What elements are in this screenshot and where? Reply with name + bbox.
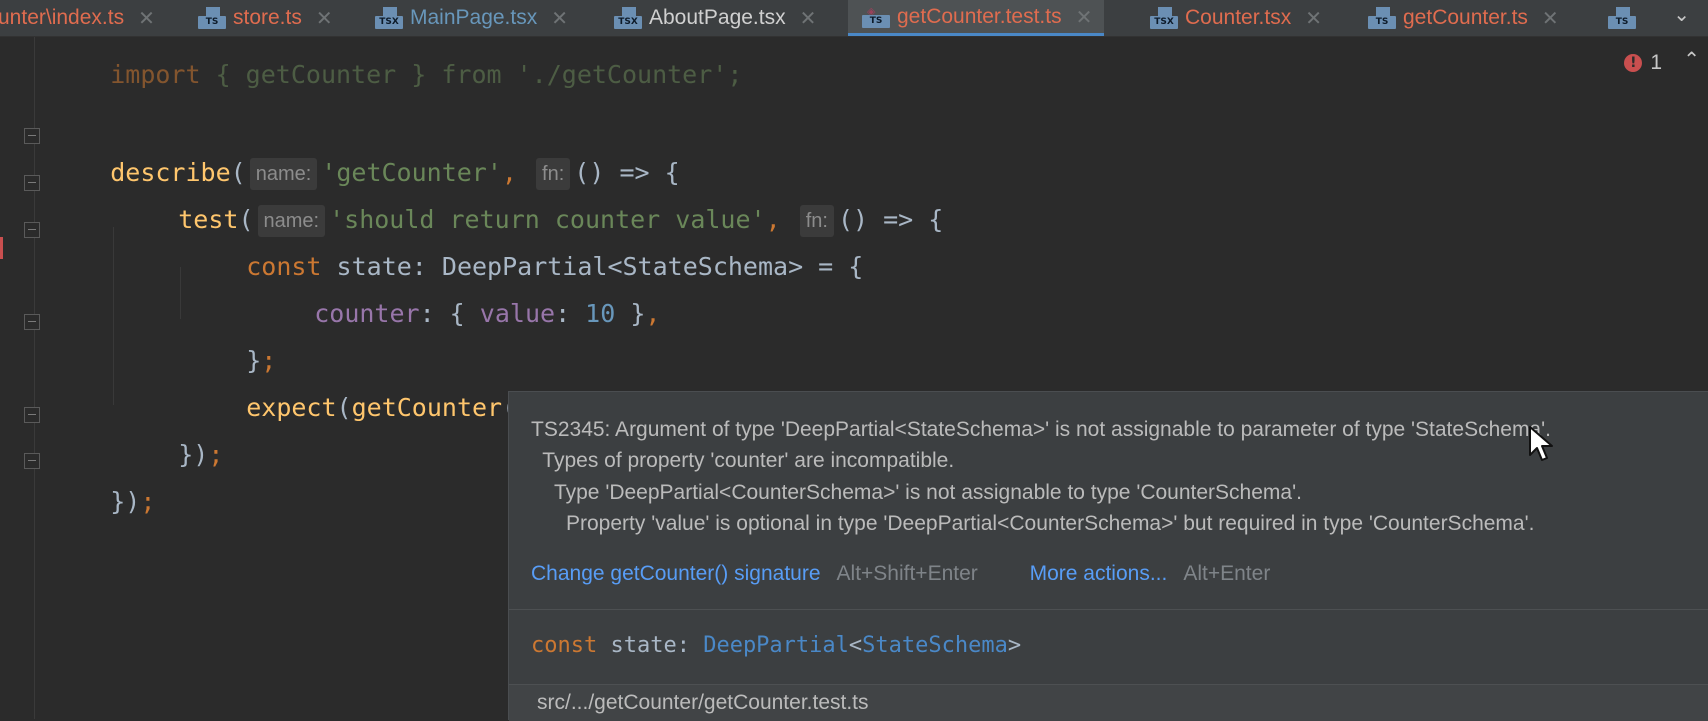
tab-label: Counter.tsx	[1185, 6, 1292, 29]
more-actions-link[interactable]: More actions...	[1030, 562, 1168, 585]
close-icon[interactable]: ✕	[1542, 6, 1559, 30]
chevron-up-icon[interactable]: ⌃	[1683, 47, 1700, 71]
tsx-file-icon: TSX	[1150, 7, 1178, 29]
code-line-import: import { getCounter } from './getCounter…	[110, 60, 743, 89]
code-line-counter: counter: { value: 10 },	[314, 299, 661, 328]
error-message-line-2: Types of property 'counter' are incompat…	[531, 449, 955, 472]
indent-guide	[180, 267, 181, 319]
code-line-expect: expect(getCounter(state));	[186, 348, 637, 422]
fold-marker[interactable]	[24, 222, 40, 238]
declaration-signature: const state: DeepPartial<StateSchema>	[531, 633, 1022, 658]
tab-counter-tsx[interactable]: TSX Counter.tsx ✕	[1150, 0, 1322, 36]
ts-file-icon: TS	[1608, 7, 1636, 29]
file-path[interactable]: src/.../getCounter/getCounter.test.ts	[537, 691, 869, 715]
popup-footer: src/.../getCounter/getCounter.test.ts	[509, 684, 1708, 721]
shortcut-hint: Alt+Enter	[1183, 562, 1271, 585]
fold-marker[interactable]	[24, 453, 40, 469]
error-message-line-3: Type 'DeepPartial<CounterSchema>' is not…	[531, 481, 1302, 504]
error-message-line-4: Property 'value' is optional in type 'De…	[531, 512, 1535, 535]
shortcut-hint: Alt+Shift+Enter	[836, 562, 978, 585]
tab-getcounter-test-ts[interactable]: ◈ TS getCounter.test.ts ✕	[848, 0, 1105, 36]
indent-guide	[113, 227, 114, 405]
tab-label: getCounter.test.ts	[897, 4, 1062, 28]
tab-getcounter-ts[interactable]: TS getCounter.ts ✕	[1368, 0, 1559, 36]
quick-fix-actions: Change getCounter() signature Alt+Shift+E…	[531, 562, 1270, 586]
problems-indicator[interactable]: ! 1	[1624, 51, 1662, 75]
code-line-describe: describe(name:'getCounter', fn:() => {	[50, 113, 680, 190]
fold-marker[interactable]	[24, 175, 40, 191]
fold-marker[interactable]	[24, 128, 40, 144]
error-message-line-1: TS2345: Argument of type 'DeepPartial<St…	[531, 418, 1551, 441]
error-count: 1	[1650, 51, 1662, 74]
code-line-close-describe: });	[110, 487, 156, 516]
tabs-dropdown-icon[interactable]: ⌄	[1673, 2, 1690, 26]
fold-marker[interactable]	[24, 314, 40, 330]
jest-ts-file-icon: ◈ TS	[862, 5, 890, 28]
code-line-test: test(name:'should return counter value',…	[118, 160, 943, 237]
close-icon[interactable]: ✕	[800, 6, 817, 30]
fold-marker[interactable]	[24, 407, 40, 423]
code-line-const-state: const state: DeepPartial<StateSchema> = …	[246, 252, 864, 281]
change-signature-link[interactable]: Change getCounter() signature	[531, 562, 821, 585]
ts-file-icon: TS	[1368, 7, 1396, 29]
error-icon: !	[1624, 54, 1643, 72]
divider	[509, 609, 1708, 610]
close-icon[interactable]: ✕	[1305, 6, 1322, 30]
error-gutter-marker	[0, 237, 3, 259]
tab-label: getCounter.ts	[1403, 6, 1528, 29]
close-icon[interactable]: ✕	[1076, 5, 1093, 29]
code-line-close-object: };	[246, 346, 277, 375]
mouse-cursor-icon	[1529, 426, 1553, 461]
tab-overflow[interactable]: TS	[1608, 0, 1643, 36]
code-line-close-test: });	[178, 440, 224, 469]
